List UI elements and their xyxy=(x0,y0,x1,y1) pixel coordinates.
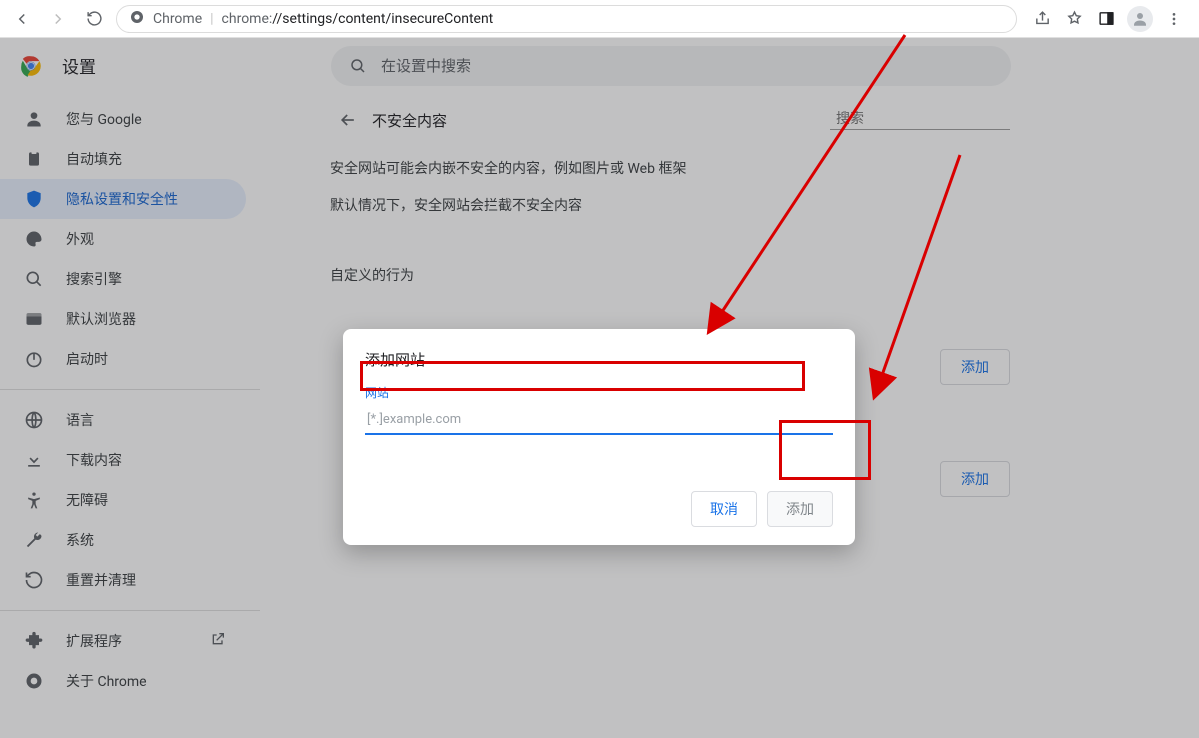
bookmark-star-icon[interactable] xyxy=(1063,8,1085,30)
dialog-field-label: 网站 xyxy=(365,384,833,401)
dialog-cancel-button[interactable]: 取消 xyxy=(691,491,757,527)
toolbar-right-icons xyxy=(1025,6,1191,32)
address-separator: | xyxy=(210,11,213,27)
address-url: chrome://settings/content/insecureConten… xyxy=(222,11,494,27)
dialog-add-button[interactable]: 添加 xyxy=(767,491,833,527)
chrome-icon xyxy=(129,9,145,29)
dialog-title: 添加网站 xyxy=(365,349,833,370)
settings-app: 设置 在设置中搜索 您与 Google 自动填充 隐私设置和安全性 外观 搜索 xyxy=(0,38,1199,738)
address-bar[interactable]: Chrome | chrome://settings/content/insec… xyxy=(116,5,1017,33)
site-url-input[interactable] xyxy=(365,405,833,435)
reload-button[interactable] xyxy=(80,5,108,33)
side-panel-icon[interactable] xyxy=(1095,8,1117,30)
share-icon[interactable] xyxy=(1031,8,1053,30)
browser-toolbar: Chrome | chrome://settings/content/insec… xyxy=(0,0,1199,38)
kebab-menu-icon[interactable] xyxy=(1163,8,1185,30)
profile-avatar[interactable] xyxy=(1127,6,1153,32)
forward-nav-button[interactable] xyxy=(44,5,72,33)
address-app-name: Chrome xyxy=(153,11,202,27)
add-site-dialog: 添加网站 网站 取消 添加 xyxy=(343,329,855,545)
back-nav-button[interactable] xyxy=(8,5,36,33)
